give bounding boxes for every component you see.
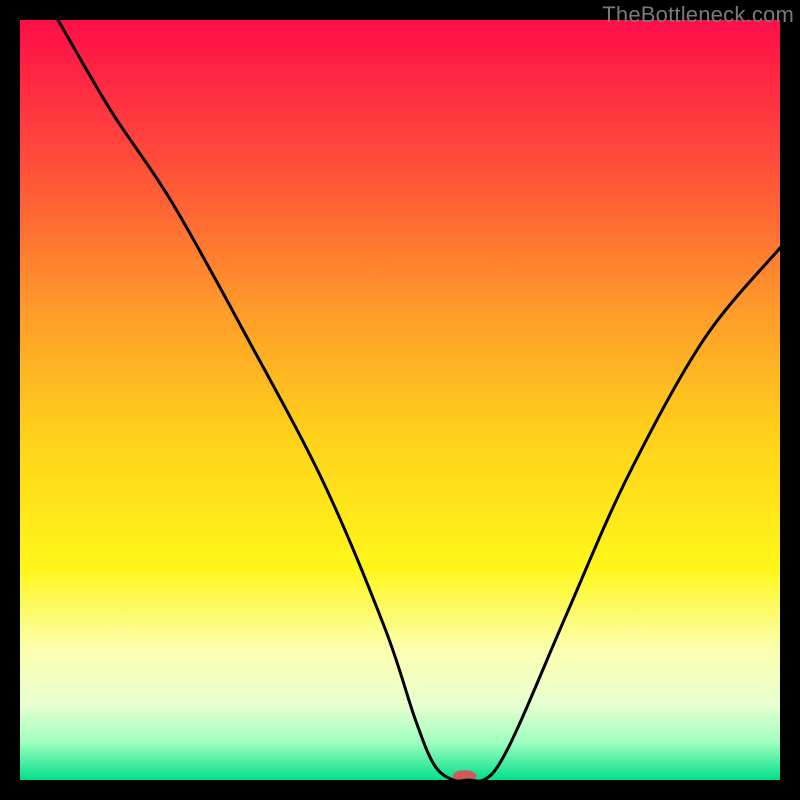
watermark-label: TheBottleneck.com [602,2,794,28]
plot-area [20,20,780,780]
chart-svg [20,20,780,780]
chart-frame: TheBottleneck.com [0,0,800,800]
